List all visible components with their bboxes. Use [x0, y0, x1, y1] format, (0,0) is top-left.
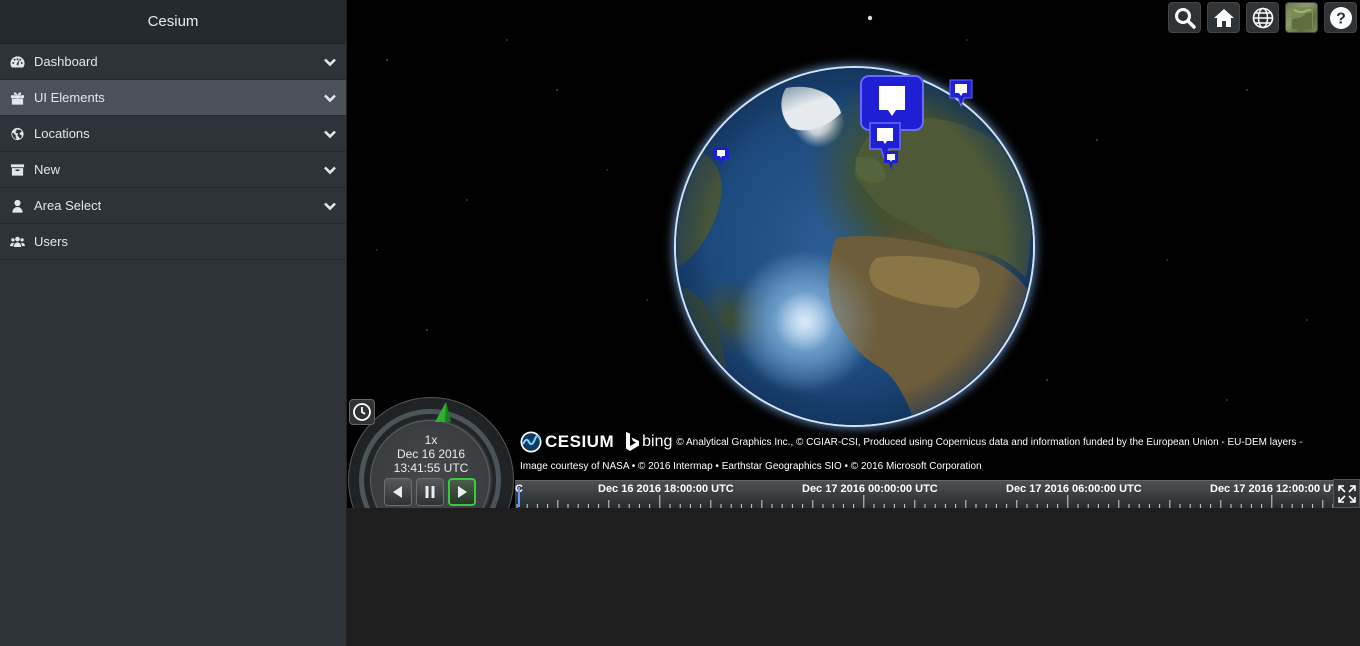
sidebar-item-ui-elements[interactable]: UI Elements — [0, 80, 346, 116]
svg-text:?: ? — [1336, 10, 1346, 27]
bing-logo-text: bing — [642, 433, 673, 450]
sidebar-item-label: New — [34, 162, 61, 177]
timeline[interactable]: C Dec 16 2016 18:00:00 UTC Dec 17 2016 0… — [515, 480, 1333, 508]
timeline-needle[interactable] — [515, 487, 523, 507]
credit-text-line1: © Analytical Graphics Inc., © CGIAR-CSI,… — [676, 436, 1303, 448]
chevron-down-icon — [323, 55, 337, 69]
bing-logo-icon — [626, 432, 640, 451]
help-button[interactable]: ? — [1324, 2, 1357, 33]
scene-mode-button[interactable] — [1246, 2, 1279, 33]
chevron-down-icon — [323, 91, 337, 105]
location-pin-small[interactable] — [883, 150, 899, 172]
chevron-down-icon — [323, 127, 337, 141]
imagery-icon — [1290, 6, 1313, 29]
clock-button[interactable] — [349, 399, 375, 425]
animation-time: 13:41:55 UTC — [393, 461, 469, 475]
earth-globe[interactable] — [676, 68, 1033, 425]
sidebar-item-label: Locations — [34, 126, 90, 141]
clock-icon — [353, 403, 371, 421]
sidebar: Cesium Dashboard UI Elements Locations N… — [0, 0, 347, 646]
play-icon — [458, 486, 467, 498]
sidebar-item-new[interactable]: New — [0, 152, 346, 188]
help-icon: ? — [1329, 6, 1352, 29]
empty-area — [347, 508, 1360, 646]
sidebar-item-label: Dashboard — [34, 54, 98, 69]
fullscreen-button[interactable] — [1333, 479, 1360, 508]
globe-icon — [1252, 7, 1273, 28]
users-icon — [9, 235, 26, 249]
cesium-logo[interactable]: CESIUM — [519, 430, 614, 454]
archive-icon — [9, 163, 26, 177]
sidebar-item-users[interactable]: Users — [0, 224, 346, 260]
chevron-down-icon — [323, 163, 337, 177]
sidebar-item-dashboard[interactable]: Dashboard — [0, 44, 346, 80]
timeline-label: Dec 17 2016 06:00:00 UTC — [1006, 483, 1142, 495]
credit-text-line2: Image courtesy of NASA • © 2016 Intermap… — [520, 461, 982, 472]
sidebar-item-area-select[interactable]: Area Select — [0, 188, 346, 224]
timeline-label: Dec 17 2016 00:00:00 UTC — [802, 483, 938, 495]
brand-title: Cesium — [0, 0, 346, 44]
reverse-button[interactable] — [384, 478, 412, 506]
cesium-logo-text: CESIUM — [545, 432, 615, 451]
sidebar-item-label: Area Select — [34, 198, 102, 213]
globe-atmosphere — [676, 68, 1033, 425]
bing-logo[interactable]: bing — [624, 431, 672, 453]
chevron-down-icon — [323, 199, 337, 213]
pause-button[interactable] — [416, 478, 444, 506]
animation-widget: 1x Dec 16 2016 13:41:55 UTC — [347, 397, 515, 508]
user-icon — [9, 199, 26, 213]
timeline-label: Dec 16 2016 18:00:00 UTC — [598, 483, 734, 495]
globe-icon — [9, 127, 26, 141]
timeline-ticks — [516, 495, 1333, 508]
home-button[interactable] — [1207, 2, 1240, 33]
base-layer-picker-button[interactable] — [1285, 2, 1318, 33]
cesium-viewer[interactable]: ? 1x Dec 16 2016 13:41:55 UTC CESIUM bin… — [347, 0, 1360, 508]
sidebar-item-locations[interactable]: Locations — [0, 116, 346, 152]
search-icon — [1174, 7, 1196, 29]
home-icon — [1213, 8, 1234, 27]
animation-speed: 1x — [424, 433, 438, 447]
cesium-logo-icon — [520, 431, 542, 453]
sidebar-item-label: Users — [34, 234, 68, 249]
gift-icon — [9, 91, 26, 105]
shuttle-ring-needle[interactable] — [431, 401, 453, 423]
timeline-label: Dec 17 2016 12:00:00 UTC — [1210, 483, 1333, 495]
dashboard-icon — [9, 55, 26, 69]
location-pin[interactable] — [948, 78, 974, 108]
geocoder-button[interactable] — [1168, 2, 1201, 33]
play-button[interactable] — [448, 478, 476, 506]
fullscreen-icon — [1337, 484, 1356, 503]
animation-date: Dec 16 2016 — [396, 447, 466, 461]
pause-icon — [425, 486, 435, 498]
cesium-toolbar: ? — [1168, 2, 1357, 33]
sidebar-item-label: UI Elements — [34, 90, 105, 105]
play-reverse-icon — [393, 486, 402, 498]
location-pin[interactable] — [711, 145, 731, 167]
